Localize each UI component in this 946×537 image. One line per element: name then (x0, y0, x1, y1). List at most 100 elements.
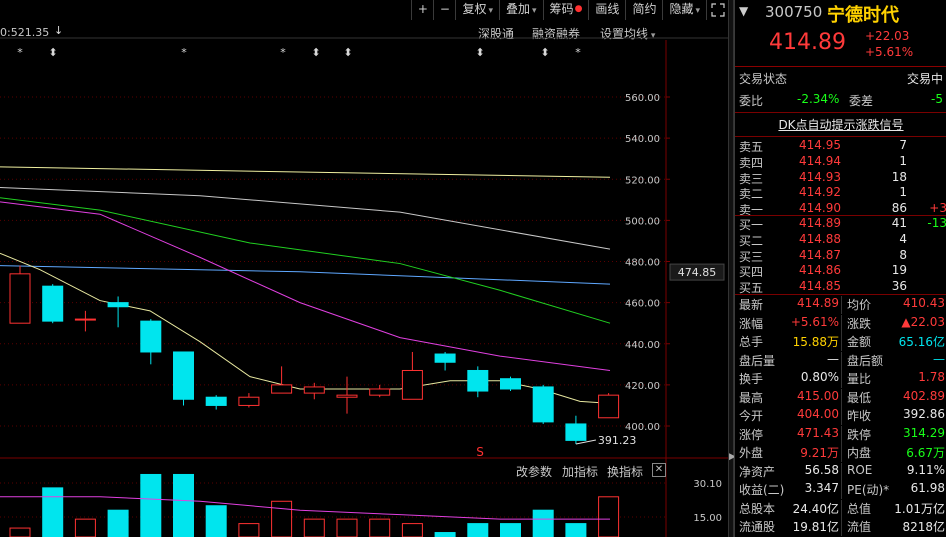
star-marker-icon: * (575, 46, 581, 59)
chart-toolbar: + − 复权 ▾ 叠加 ▾ 筹码● 画线 简约 隐藏 ▾ (411, 0, 728, 20)
stat-label: 总股本 (739, 501, 776, 516)
ask-level-volume: 1 (899, 153, 907, 168)
bid-level-price: 414.87 (799, 247, 841, 262)
bid-level-volume: 4 (899, 231, 907, 246)
bid-level-price: 414.88 (799, 231, 841, 246)
stat-value: 15.88万 (792, 335, 839, 349)
ask-level-row[interactable]: 卖二 414.92 1 (735, 185, 946, 201)
simple-mode-button[interactable]: 简约 (625, 0, 662, 20)
ask-level-delta: +3 (929, 201, 946, 216)
add-indicator-button[interactable]: 加指标 (562, 463, 598, 480)
zoom-out-button[interactable]: − (433, 0, 455, 20)
bid-level-label: 买二 (739, 233, 764, 248)
stat-value: 56.58 (804, 462, 839, 477)
stat-separator (841, 425, 842, 444)
stat-label: PE(动)* (847, 483, 890, 497)
ask-level-label: 卖三 (739, 171, 764, 186)
bid-level-row[interactable]: 买二 414.88 4 (735, 232, 946, 248)
stat-row: 涨幅 +5.61% 涨跌 ▲22.03 (735, 314, 946, 333)
stat-row: 收益(二) 3.347 PE(动)* 61.98 (735, 481, 946, 499)
stat-separator (841, 481, 842, 499)
volume-bar-down (565, 523, 587, 537)
stat-value: 1.01万亿 (894, 501, 945, 516)
bid-level-row[interactable]: 买三 414.87 8 (735, 248, 946, 264)
swap-indicator-button[interactable]: 换指标 (607, 463, 643, 480)
ask-level-label: 卖二 (739, 187, 764, 202)
dropdown-arrow-icon[interactable]: ▼ (739, 4, 748, 18)
star-marker-icon: * (280, 46, 286, 59)
ask-level-price: 414.92 (799, 185, 841, 200)
chip-distribution-button[interactable]: 筹码● (542, 0, 589, 20)
bid-level-row[interactable]: 买五 414.85 36 (735, 279, 946, 295)
bid-level-price: 414.86 (799, 263, 841, 278)
ask-level-volume: 18 (891, 169, 907, 184)
volume-bar-down (140, 473, 162, 537)
stat-label: 最低 (847, 390, 872, 405)
candle-down (205, 396, 227, 406)
stat-label: 收益(二) (739, 483, 785, 497)
stock-code: 300750 (765, 3, 823, 21)
candlestick-chart[interactable]: 560.00 540.00 520.00 500.00 480.00 460.00 440.… (0, 20, 728, 537)
stat-label: 外盘 (739, 446, 764, 460)
collapse-arrow-icon[interactable]: ▶ (729, 452, 736, 462)
hide-dropdown[interactable]: 隐藏 ▾ (662, 0, 706, 20)
stat-separator (841, 351, 842, 370)
moving-average-line (0, 186, 611, 250)
stat-value: 404.00 (797, 407, 839, 421)
stat-value: 19.81亿 (792, 520, 839, 534)
edit-params-button[interactable]: 改参数 (516, 463, 552, 480)
stat-row: 外盘 9.21万 内盘 6.67万 (735, 444, 946, 462)
stat-label: 净资产 (739, 464, 776, 479)
zoom-in-button[interactable]: + (411, 0, 433, 20)
close-icon[interactable]: ✕ (652, 463, 666, 477)
y-tick-label: 560.00 (625, 93, 660, 104)
candle-up (598, 394, 620, 419)
stat-value: 414.89 (797, 296, 839, 310)
order-diff-value: -5 (931, 92, 943, 106)
bid-level-label: 买三 (739, 249, 764, 264)
candle-down (107, 302, 129, 308)
bid-level-row[interactable]: 买一 414.89 41 -13 (735, 216, 946, 232)
chart-area[interactable]: + − 复权 ▾ 叠加 ▾ 筹码● 画线 简约 隐藏 ▾ 0:521.35 ↓ 深股通… (0, 0, 728, 537)
stat-row: 流通股 19.81亿 流值 8218亿 (735, 518, 946, 536)
ask-level-row[interactable]: 卖五 414.95 7 (735, 138, 946, 154)
y-tick-label: 460.00 (625, 299, 660, 310)
y-tick-label: 420.00 (625, 381, 660, 392)
stat-row: 总手 15.88万 金额 65.16亿 (735, 333, 946, 351)
stat-value: 410.43 (903, 296, 945, 310)
adjust-price-dropdown[interactable]: 复权 ▾ (455, 0, 499, 20)
ask-level-row[interactable]: 卖三 414.93 18 (735, 170, 946, 186)
candle-up (74, 318, 96, 321)
stat-label: 涨跌 (847, 316, 872, 331)
stat-value: 24.40亿 (792, 501, 839, 516)
bid-level-row[interactable]: 买四 414.86 19 (735, 263, 946, 279)
stat-value: 9.21万 (800, 446, 839, 460)
candle-down (140, 320, 162, 353)
volume-bar-up (74, 518, 96, 537)
price-change-pct: +5.61% (865, 45, 914, 59)
dk-signal-link[interactable]: DK点自动提示涨跌信号 (735, 116, 946, 134)
ask-level-row[interactable]: 卖四 414.94 1 (735, 154, 946, 170)
stat-value: +5.61% (790, 314, 839, 329)
stat-label: 最高 (739, 390, 764, 405)
dk-signal-text[interactable]: DK点自动提示涨跌信号 (778, 118, 903, 132)
stat-value: 0.80% (800, 370, 839, 384)
trade-status-row: 交易状态 交易中 (735, 70, 946, 88)
draw-line-button[interactable]: 画线 (588, 0, 625, 20)
overlay-dropdown[interactable]: 叠加 ▾ (499, 0, 543, 20)
adjust-price-label: 复权 (462, 2, 487, 16)
stock-name: 宁德时代 (827, 5, 899, 26)
stat-row: 净资产 56.58 ROE 9.11% (735, 462, 946, 481)
stat-row: 今开 404.00 昨收 392.86 (735, 407, 946, 425)
candle-up (271, 384, 293, 394)
vol-tick-label: 30.10 (693, 479, 722, 490)
volume-bar-up (401, 523, 423, 537)
stat-label: 跌停 (847, 427, 872, 442)
stat-label: 内盘 (847, 446, 872, 460)
bid-level-volume: 36 (891, 279, 907, 294)
expand-icon[interactable] (706, 0, 728, 20)
ask-level-volume: 7 (899, 138, 907, 152)
stat-label: ROE (847, 462, 873, 477)
bid-level-volume: 8 (899, 247, 907, 262)
ask-level-price: 414.90 (799, 201, 841, 216)
